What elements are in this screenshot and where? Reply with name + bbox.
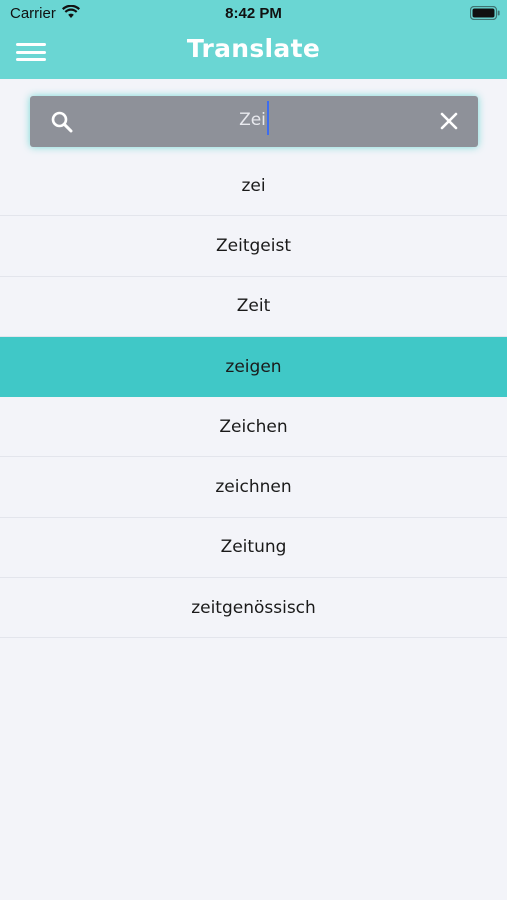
suggestion-item[interactable]: Zeitgeist bbox=[0, 216, 507, 277]
suggestion-item[interactable]: zei bbox=[0, 156, 507, 217]
suggestion-item[interactable]: Zeit bbox=[0, 277, 507, 337]
suggestion-label: zei bbox=[241, 175, 266, 196]
page-title: Translate bbox=[186, 34, 321, 63]
status-time: 8:42 PM bbox=[225, 5, 282, 22]
search-icon bbox=[51, 111, 73, 133]
suggestion-item[interactable]: Zeichen bbox=[0, 397, 507, 458]
suggestion-label: zeigen bbox=[225, 356, 282, 377]
suggestion-label: Zeichen bbox=[219, 416, 288, 437]
status-bar: Carrier 8:42 PM bbox=[0, 0, 507, 28]
search-input-text: Zei bbox=[239, 110, 266, 130]
suggestion-item[interactable]: Zeitung bbox=[0, 518, 507, 579]
suggestion-label: Zeit bbox=[236, 296, 271, 317]
app-header: Carrier 8:42 PM Translate bbox=[0, 0, 507, 79]
search-bar[interactable]: Zei bbox=[30, 96, 478, 147]
suggestion-item-selected[interactable]: zeigen bbox=[0, 336, 507, 398]
close-icon[interactable] bbox=[438, 110, 460, 132]
suggestion-item[interactable]: zeichnen bbox=[0, 457, 507, 518]
suggestion-label: Zeitung bbox=[220, 537, 287, 558]
suggestion-item[interactable]: zeitgenössisch bbox=[0, 578, 507, 639]
battery-icon bbox=[470, 6, 500, 20]
text-cursor bbox=[266, 101, 269, 135]
suggestion-label: Zeitgeist bbox=[216, 235, 291, 256]
suggestion-label: zeichnen bbox=[215, 477, 292, 498]
search-input[interactable]: Zei bbox=[90, 96, 418, 147]
suggestion-list: zei Zeitgeist Zeit zeigen Zeichen zeichn… bbox=[0, 156, 507, 639]
suggestion-label: zeitgenössisch bbox=[191, 597, 316, 618]
